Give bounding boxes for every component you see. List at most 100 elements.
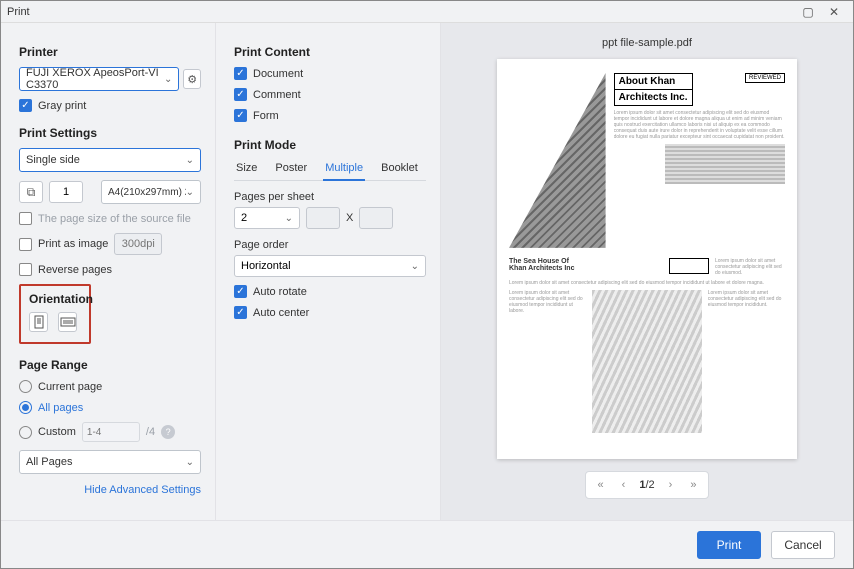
print-dialog: Print ▢ ✕ Printer FUJI XEROX ApeosPort-V… bbox=[0, 0, 854, 569]
pages-per-sheet-label: Pages per sheet bbox=[234, 191, 426, 203]
all-pages-row[interactable]: All pages bbox=[19, 401, 201, 414]
form-checkbox[interactable]: ✓ bbox=[234, 109, 247, 122]
orientation-portrait-button[interactable] bbox=[29, 312, 48, 332]
preview-panel: ppt file-sample.pdf About Khan Architect… bbox=[441, 23, 853, 520]
duplex-value: Single side bbox=[26, 154, 80, 166]
doc-title-1a: About Khan bbox=[614, 73, 693, 90]
building-image bbox=[509, 73, 606, 248]
printer-label: Printer bbox=[19, 45, 201, 59]
building-image-2 bbox=[665, 144, 785, 184]
auto-center-row[interactable]: ✓ Auto center bbox=[234, 306, 426, 319]
form-row[interactable]: ✓ Form bbox=[234, 109, 426, 122]
gray-print-label: Gray print bbox=[38, 100, 86, 112]
form-label: Form bbox=[253, 110, 279, 122]
printer-settings-button[interactable]: ⚙ bbox=[183, 69, 201, 89]
pager-next-button[interactable]: › bbox=[665, 479, 677, 491]
page-order-select[interactable]: Horizontal ⌄ bbox=[234, 255, 426, 277]
chevron-down-icon: ⌄ bbox=[285, 213, 293, 224]
source-file-checkbox[interactable] bbox=[19, 212, 32, 225]
middle-panel: Print Content ✓ Document ✓Comment ✓ Form P… bbox=[216, 23, 441, 520]
auto-center-checkbox[interactable]: ✓ bbox=[234, 306, 247, 319]
comment-checkbox[interactable]: ✓ bbox=[234, 88, 247, 101]
current-page-radio[interactable] bbox=[19, 380, 32, 393]
reverse-pages-label: Reverse pages bbox=[38, 264, 112, 276]
auto-rotate-row[interactable]: ✓ Auto rotate bbox=[234, 285, 426, 298]
maximize-icon[interactable]: ▢ bbox=[795, 5, 821, 19]
dialog-body: Printer FUJI XEROX ApeosPort-VI C3370 ⌄ … bbox=[1, 23, 853, 520]
tab-multiple[interactable]: Multiple bbox=[323, 160, 365, 181]
doc-title-1b: Architects Inc. bbox=[614, 90, 693, 106]
orientation-label: Orientation bbox=[29, 292, 81, 306]
print-content-label: Print Content bbox=[234, 45, 426, 59]
custom-total: /4 bbox=[146, 426, 155, 438]
page-range-label: Page Range bbox=[19, 358, 201, 372]
printer-value: FUJI XEROX ApeosPort-VI C3370 bbox=[26, 67, 164, 91]
preview-text: Lorem ipsum dolor sit amet consectetur a… bbox=[509, 290, 586, 433]
preview-pager: « ‹ 1/2 › » bbox=[585, 471, 710, 499]
grid-cols-input bbox=[306, 207, 340, 229]
cancel-button[interactable]: Cancel bbox=[771, 531, 835, 559]
auto-rotate-checkbox[interactable]: ✓ bbox=[234, 285, 247, 298]
collate-button[interactable]: ⧉ bbox=[19, 181, 43, 203]
pages-per-sheet-select[interactable]: 2 ⌄ bbox=[234, 207, 300, 229]
titlebar: Print ▢ ✕ bbox=[1, 1, 853, 23]
page-order-value: Horizontal bbox=[241, 260, 291, 272]
reverse-pages-checkbox[interactable] bbox=[19, 263, 32, 276]
custom-range-input[interactable] bbox=[82, 422, 140, 442]
pager-prev-button[interactable]: ‹ bbox=[618, 479, 630, 491]
print-as-image-checkbox[interactable] bbox=[19, 238, 32, 251]
printer-select[interactable]: FUJI XEROX ApeosPort-VI C3370 ⌄ bbox=[19, 67, 179, 91]
print-as-image-label: Print as image bbox=[38, 238, 108, 250]
custom-radio[interactable] bbox=[19, 426, 32, 439]
chevron-down-icon: ⌄ bbox=[164, 74, 172, 85]
current-page-label: Current page bbox=[38, 381, 102, 393]
custom-row[interactable]: Custom /4 ? bbox=[19, 422, 201, 442]
help-icon[interactable]: ? bbox=[161, 425, 175, 439]
preview-text: Lorem ipsum dolor sit amet consectetur a… bbox=[614, 110, 785, 140]
comment-row[interactable]: ✓Comment bbox=[234, 88, 426, 101]
left-panel: Printer FUJI XEROX ApeosPort-VI C3370 ⌄ … bbox=[1, 23, 216, 520]
orientation-landscape-button[interactable] bbox=[58, 312, 77, 332]
pages-per-sheet-value: 2 bbox=[241, 212, 247, 224]
all-pages-radio[interactable] bbox=[19, 401, 32, 414]
current-page-row[interactable]: Current page bbox=[19, 380, 201, 393]
dpi-input bbox=[114, 233, 162, 255]
auto-rotate-label: Auto rotate bbox=[253, 286, 307, 298]
preview-text: Lorem ipsum dolor sit amet consectetur a… bbox=[715, 258, 785, 276]
collate-icon: ⧉ bbox=[27, 185, 36, 200]
gray-print-row[interactable]: ✓ Gray print bbox=[19, 99, 201, 112]
preview-tag bbox=[669, 258, 709, 274]
gray-print-checkbox[interactable]: ✓ bbox=[19, 99, 32, 112]
chevron-down-icon: ⌄ bbox=[186, 457, 194, 468]
doc-title-2a: The Sea House Of bbox=[509, 258, 663, 265]
document-checkbox[interactable]: ✓ bbox=[234, 67, 247, 80]
tab-size[interactable]: Size bbox=[234, 160, 259, 176]
pager-last-button[interactable]: » bbox=[686, 479, 700, 491]
paper-size-select[interactable]: A4(210x297mm) 21! ⌄ bbox=[101, 180, 201, 204]
source-file-size-row[interactable]: The page size of the source file bbox=[19, 212, 201, 225]
subset-select[interactable]: All Pages ⌄ bbox=[19, 450, 201, 474]
document-label: Document bbox=[253, 68, 303, 80]
tab-booklet[interactable]: Booklet bbox=[379, 160, 420, 176]
custom-label: Custom bbox=[38, 426, 76, 438]
orientation-highlight: Orientation bbox=[19, 284, 91, 344]
print-button[interactable]: Print bbox=[697, 531, 761, 559]
hide-advanced-link[interactable]: Hide Advanced Settings bbox=[19, 484, 201, 496]
duplex-select[interactable]: Single side ⌄ bbox=[19, 148, 201, 172]
gear-icon: ⚙ bbox=[187, 73, 197, 86]
chevron-down-icon: ⌄ bbox=[186, 187, 194, 198]
all-pages-label: All pages bbox=[38, 402, 83, 414]
auto-center-label: Auto center bbox=[253, 307, 309, 319]
doc-row[interactable]: ✓ Document bbox=[234, 67, 426, 80]
print-as-image-row[interactable]: Print as image bbox=[19, 233, 201, 255]
close-icon[interactable]: ✕ bbox=[821, 5, 847, 19]
tab-poster[interactable]: Poster bbox=[273, 160, 309, 176]
preview-text: Lorem ipsum dolor sit amet consectetur a… bbox=[509, 280, 785, 286]
pager-first-button[interactable]: « bbox=[594, 479, 608, 491]
reviewed-badge: REVIEWED bbox=[745, 73, 785, 83]
landscape-icon bbox=[60, 316, 76, 328]
preview-text: Lorem ipsum dolor sit amet consectetur a… bbox=[708, 290, 785, 433]
copies-input[interactable] bbox=[49, 181, 83, 203]
reverse-pages-row[interactable]: Reverse pages bbox=[19, 263, 201, 276]
x-label: X bbox=[346, 212, 353, 224]
